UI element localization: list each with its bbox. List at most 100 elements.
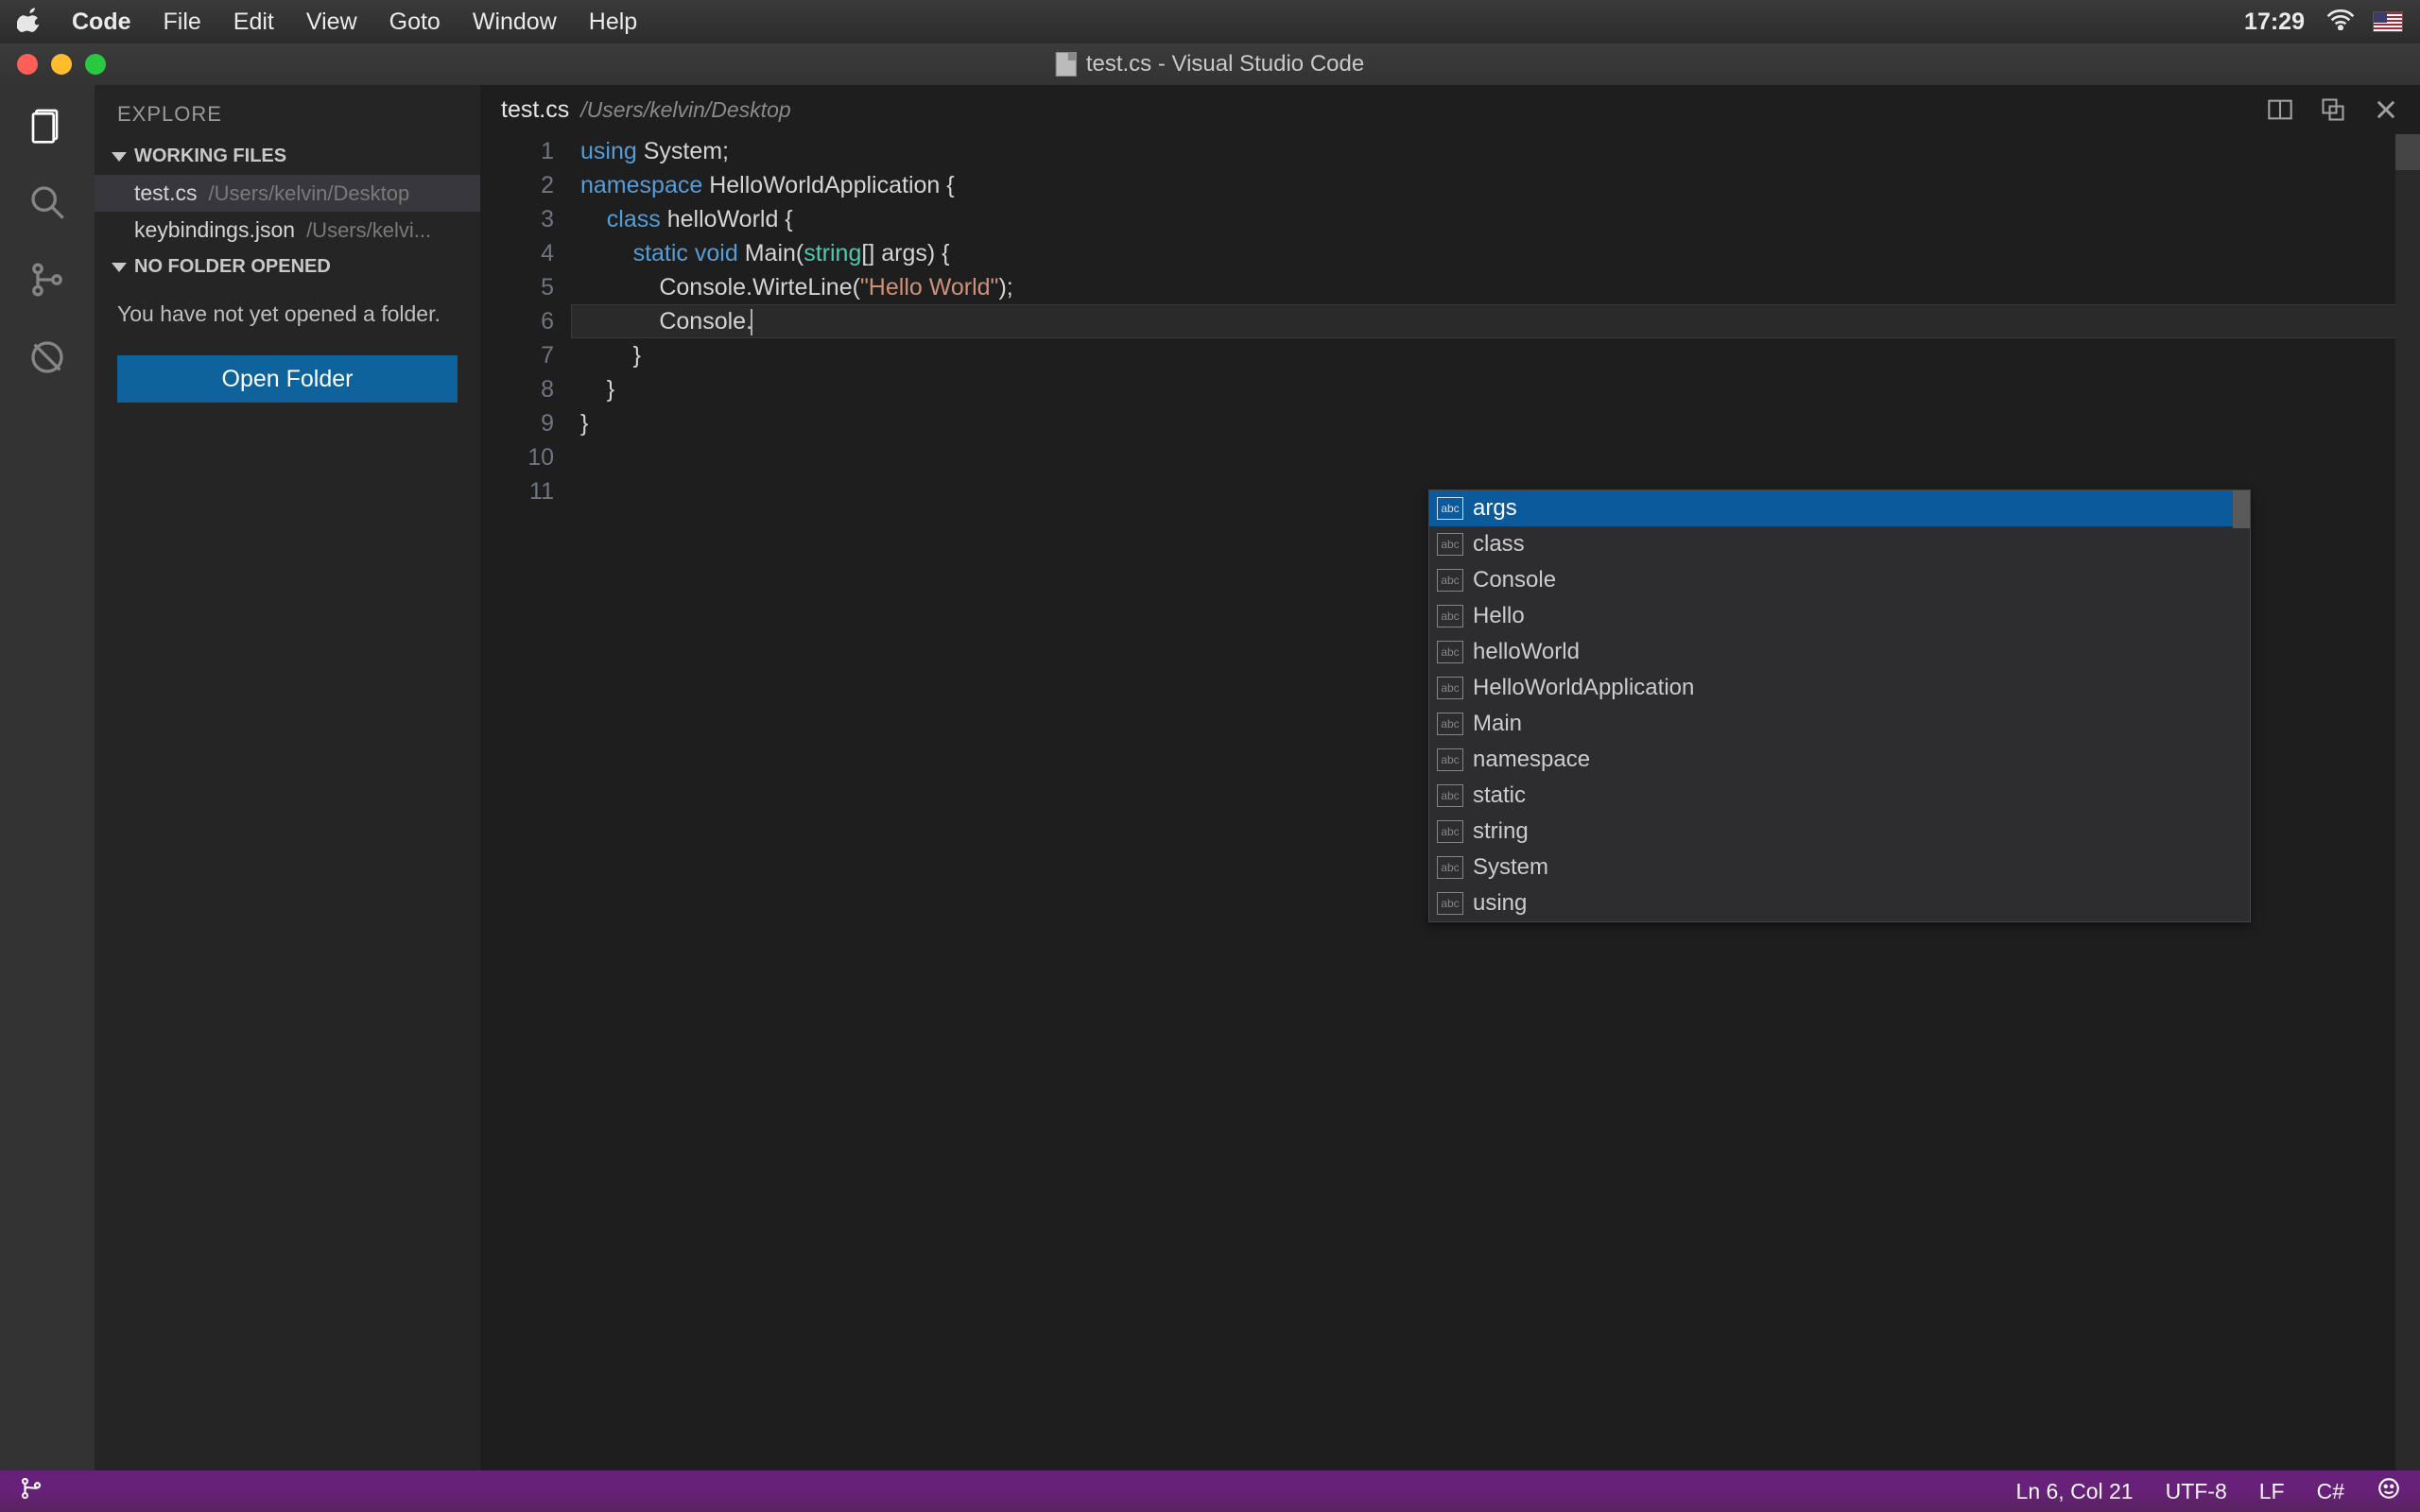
window-minimize-button[interactable]: [51, 54, 72, 75]
code-line[interactable]: [580, 440, 2420, 474]
suggest-kind-icon: abc: [1437, 820, 1463, 843]
menu-help[interactable]: Help: [589, 9, 637, 36]
minimap[interactable]: [2395, 134, 2420, 1470]
search-icon[interactable]: [25, 180, 70, 225]
no-folder-header[interactable]: NO FOLDER OPENED: [95, 249, 480, 285]
suggest-label: HelloWorldApplication: [1473, 671, 1694, 705]
suggest-label: namespace: [1473, 743, 1590, 777]
text-cursor: [751, 309, 752, 335]
suggest-item[interactable]: abcusing: [1429, 885, 2250, 921]
line-number: 11: [480, 474, 554, 508]
suggest-kind-icon: abc: [1437, 677, 1463, 699]
no-folder-label: NO FOLDER OPENED: [134, 256, 331, 278]
suggest-kind-icon: abc: [1437, 784, 1463, 807]
suggest-item[interactable]: abcclass: [1429, 526, 2250, 562]
close-editor-icon[interactable]: [2373, 96, 2399, 123]
suggest-item[interactable]: abcargs: [1429, 490, 2250, 526]
suggest-label: static: [1473, 779, 1526, 813]
line-number: 4: [480, 236, 554, 270]
traffic-lights: [17, 54, 106, 75]
suggest-kind-icon: abc: [1437, 569, 1463, 592]
editor-tabbar: test.cs /Users/kelvin/Desktop: [480, 85, 2420, 134]
working-file-item[interactable]: test.cs/Users/kelvin/Desktop: [95, 175, 480, 212]
menu-goto[interactable]: Goto: [389, 9, 441, 36]
code-content[interactable]: using System;namespace HelloWorldApplica…: [580, 134, 2420, 508]
suggest-item[interactable]: abcnamespace: [1429, 742, 2250, 778]
suggest-item[interactable]: abcstring: [1429, 814, 2250, 850]
status-cursor-position[interactable]: Ln 6, Col 21: [2016, 1479, 2134, 1504]
menu-view[interactable]: View: [306, 9, 357, 36]
status-encoding[interactable]: UTF-8: [2166, 1479, 2227, 1504]
working-files-header[interactable]: WORKING FILES: [95, 138, 480, 175]
status-language[interactable]: C#: [2317, 1479, 2344, 1504]
suggest-label: args: [1473, 491, 1517, 525]
suggest-item[interactable]: abc static: [1429, 778, 2250, 814]
line-number: 7: [480, 338, 554, 372]
window-zoom-button[interactable]: [85, 54, 106, 75]
chevron-down-icon: [112, 263, 127, 272]
split-editor-icon[interactable]: [2267, 96, 2293, 123]
git-branch-icon[interactable]: [19, 1476, 43, 1506]
window-title: test.cs - Visual Studio Code: [1056, 51, 1364, 77]
menu-edit[interactable]: Edit: [233, 9, 274, 36]
line-number: 9: [480, 406, 554, 440]
working-files-list: test.cs/Users/kelvin/Desktopkeybindings.…: [95, 175, 480, 249]
suggest-item[interactable]: abcHello: [1429, 598, 2250, 634]
code-line[interactable]: Console.WirteLine("Hello World");: [580, 270, 2420, 304]
tab-filename[interactable]: test.cs: [501, 96, 569, 124]
working-file-item[interactable]: keybindings.json/Users/kelvi...: [95, 212, 480, 249]
code-line[interactable]: }: [580, 406, 2420, 440]
input-source-flag-icon[interactable]: [2373, 11, 2403, 32]
suggest-kind-icon: abc: [1437, 533, 1463, 556]
suggest-item[interactable]: abc HelloWorldApplication: [1429, 670, 2250, 706]
file-name: test.cs: [134, 180, 197, 206]
suggest-kind-icon: abc: [1437, 497, 1463, 520]
sidebar-title: EXPLORE: [95, 85, 480, 138]
explorer-icon[interactable]: [25, 102, 70, 147]
suggest-item[interactable]: abc Main: [1429, 706, 2250, 742]
editor-group: test.cs /Users/kelvin/Desktop 1234567891…: [480, 85, 2420, 1470]
line-number: 10: [480, 440, 554, 474]
code-editor[interactable]: 1234567891011 using System;namespace Hel…: [480, 134, 2420, 1470]
code-line[interactable]: }: [580, 338, 2420, 372]
code-line[interactable]: }: [580, 372, 2420, 406]
menu-window[interactable]: Window: [473, 9, 557, 36]
vscode-window: test.cs - Visual Studio Code EXPLORE WOR…: [0, 43, 2420, 1512]
open-folder-button[interactable]: Open Folder: [117, 355, 458, 403]
code-line[interactable]: using System;: [580, 134, 2420, 168]
file-path: /Users/kelvin/Desktop: [208, 181, 409, 206]
window-title-text: test.cs - Visual Studio Code: [1086, 51, 1364, 77]
suggest-item[interactable]: abcSystem: [1429, 850, 2250, 885]
intellisense-popup[interactable]: abcargsabcclassabcConsoleabcHelloabchell…: [1428, 490, 2251, 922]
menu-file[interactable]: File: [164, 9, 201, 36]
code-line[interactable]: class helloWorld {: [580, 202, 2420, 236]
suggest-scrollbar[interactable]: [2233, 490, 2250, 528]
line-number: 1: [480, 134, 554, 168]
suggest-kind-icon: abc: [1437, 713, 1463, 735]
apple-icon[interactable]: [17, 8, 45, 36]
wifi-icon[interactable]: [2325, 8, 2356, 37]
window-close-button[interactable]: [17, 54, 38, 75]
suggest-label: Console: [1473, 563, 1556, 597]
line-number: 5: [480, 270, 554, 304]
git-icon[interactable]: [25, 257, 70, 302]
document-icon: [1056, 52, 1077, 77]
menu-app[interactable]: Code: [72, 9, 131, 36]
code-line[interactable]: namespace HelloWorldApplication {: [580, 168, 2420, 202]
minimap-thumb[interactable]: [2395, 134, 2420, 170]
suggest-label: Hello: [1473, 599, 1525, 633]
code-line[interactable]: Console.: [571, 304, 2420, 338]
suggest-item[interactable]: abc Console: [1429, 562, 2250, 598]
menubar-clock[interactable]: 17:29: [2244, 9, 2305, 36]
sidebar-explorer: EXPLORE WORKING FILES test.cs/Users/kelv…: [95, 85, 480, 1470]
debug-icon[interactable]: [25, 335, 70, 380]
code-line[interactable]: static void Main(string[] args) {: [580, 236, 2420, 270]
suggest-label: Main: [1473, 707, 1522, 741]
feedback-smiley-icon[interactable]: [2377, 1476, 2401, 1506]
more-actions-icon[interactable]: [2320, 96, 2346, 123]
line-number: 8: [480, 372, 554, 406]
macos-menubar: Code File Edit View Goto Window Help 17:…: [0, 0, 2420, 43]
suggest-item[interactable]: abchelloWorld: [1429, 634, 2250, 670]
status-bar: Ln 6, Col 21 UTF-8 LF C#: [0, 1470, 2420, 1512]
status-eol[interactable]: LF: [2259, 1479, 2285, 1504]
